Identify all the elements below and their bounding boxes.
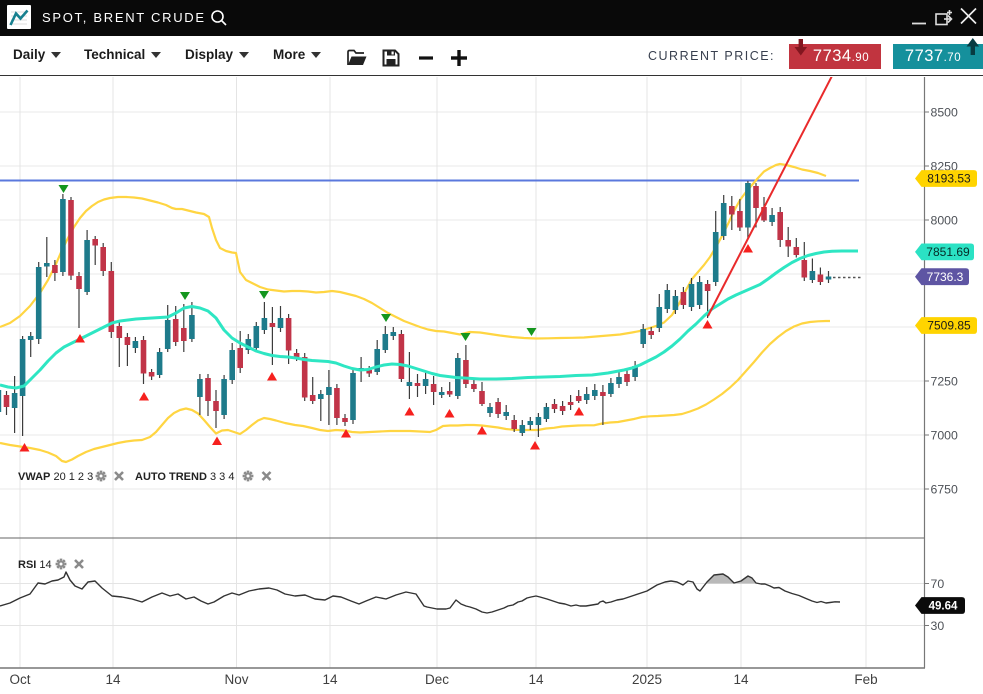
svg-text:49.64: 49.64 [929, 601, 958, 613]
svg-text:14: 14 [528, 672, 544, 687]
svg-text:VWAP 20 1 2 3: VWAP 20 1 2 3 [18, 471, 93, 483]
svg-text:6750: 6750 [931, 482, 959, 496]
svg-text:Nov: Nov [224, 672, 248, 687]
svg-text:7250: 7250 [931, 374, 959, 388]
svg-text:7000: 7000 [931, 428, 959, 442]
svg-text:7509.85: 7509.85 [927, 319, 971, 333]
svg-text:70: 70 [931, 577, 945, 591]
svg-text:30: 30 [931, 619, 945, 633]
svg-text:AUTO TREND 3 3 4: AUTO TREND 3 3 4 [135, 471, 234, 483]
svg-text:14: 14 [105, 672, 121, 687]
svg-text:8000: 8000 [931, 213, 959, 227]
svg-text:14: 14 [733, 672, 749, 687]
svg-text:Feb: Feb [854, 672, 877, 687]
svg-text:Dec: Dec [425, 672, 449, 687]
svg-text:RSI 14: RSI 14 [18, 559, 52, 571]
svg-text:8193.53: 8193.53 [927, 172, 971, 186]
svg-text:8500: 8500 [931, 105, 959, 119]
svg-text:7851.69: 7851.69 [926, 245, 970, 259]
svg-text:2025: 2025 [632, 672, 662, 687]
svg-text:14: 14 [322, 672, 338, 687]
svg-text:Oct: Oct [9, 672, 30, 687]
svg-text:7736.3: 7736.3 [927, 270, 964, 284]
